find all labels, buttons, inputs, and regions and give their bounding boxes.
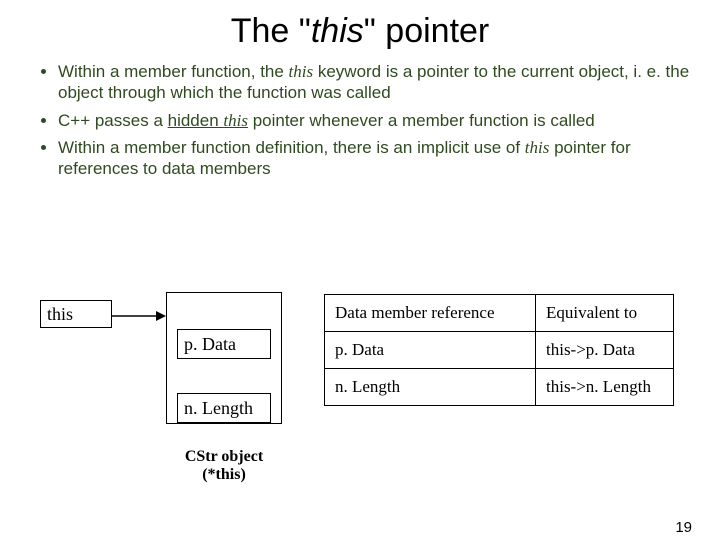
bullet-2-underline: hidden this — [168, 111, 248, 130]
table-cell: n. Length — [325, 369, 536, 406]
bullet-2-kw: this — [223, 111, 248, 130]
page-number: 19 — [675, 519, 692, 536]
this-pointer-box: this — [40, 300, 112, 328]
bullet-3: Within a member function definition, the… — [58, 137, 690, 180]
caption-line1: CStr object — [185, 448, 263, 465]
table-cell: this->p. Data — [536, 332, 674, 369]
member-pdata: p. Data — [177, 329, 271, 359]
table-row: n. Length this->n. Length — [325, 369, 674, 406]
bullet-1-pre: Within a member function, the — [58, 62, 289, 81]
table-cell: p. Data — [325, 332, 536, 369]
title-post: " pointer — [364, 12, 489, 50]
arrow-icon — [112, 310, 166, 322]
equivalence-table: Data member reference Equivalent to p. D… — [324, 294, 674, 406]
table-row: p. Data this->p. Data — [325, 332, 674, 369]
bullet-list: Within a member function, the this keywo… — [40, 61, 690, 179]
bullet-3-pre: Within a member function definition, the… — [58, 138, 525, 157]
table-row: Data member reference Equivalent to — [325, 295, 674, 332]
bullet-1-kw: this — [289, 62, 314, 81]
title-pre: The " — [231, 12, 311, 50]
table-header-2: Equivalent to — [536, 295, 674, 332]
bullet-2-hidden: hidden — [168, 111, 224, 130]
caption-line2: (*this) — [202, 466, 246, 483]
object-diagram: this p. Data n. Length CStr object (*thi… — [40, 292, 340, 532]
member-nlength: n. Length — [177, 393, 271, 423]
bullet-3-kw: this — [525, 138, 550, 157]
table-cell: this->n. Length — [536, 369, 674, 406]
bullet-2-post: pointer whenever a member function is ca… — [248, 111, 595, 130]
bullet-2: C++ passes a hidden this pointer wheneve… — [58, 110, 690, 131]
title-keyword: this — [311, 12, 364, 50]
bullet-2-pre: C++ passes a — [58, 111, 168, 130]
slide-title: The "this" pointer — [0, 12, 720, 51]
object-caption: CStr object (*this) — [166, 448, 282, 485]
table-header-1: Data member reference — [325, 295, 536, 332]
object-box: p. Data n. Length — [166, 292, 282, 424]
bullet-1: Within a member function, the this keywo… — [58, 61, 690, 104]
